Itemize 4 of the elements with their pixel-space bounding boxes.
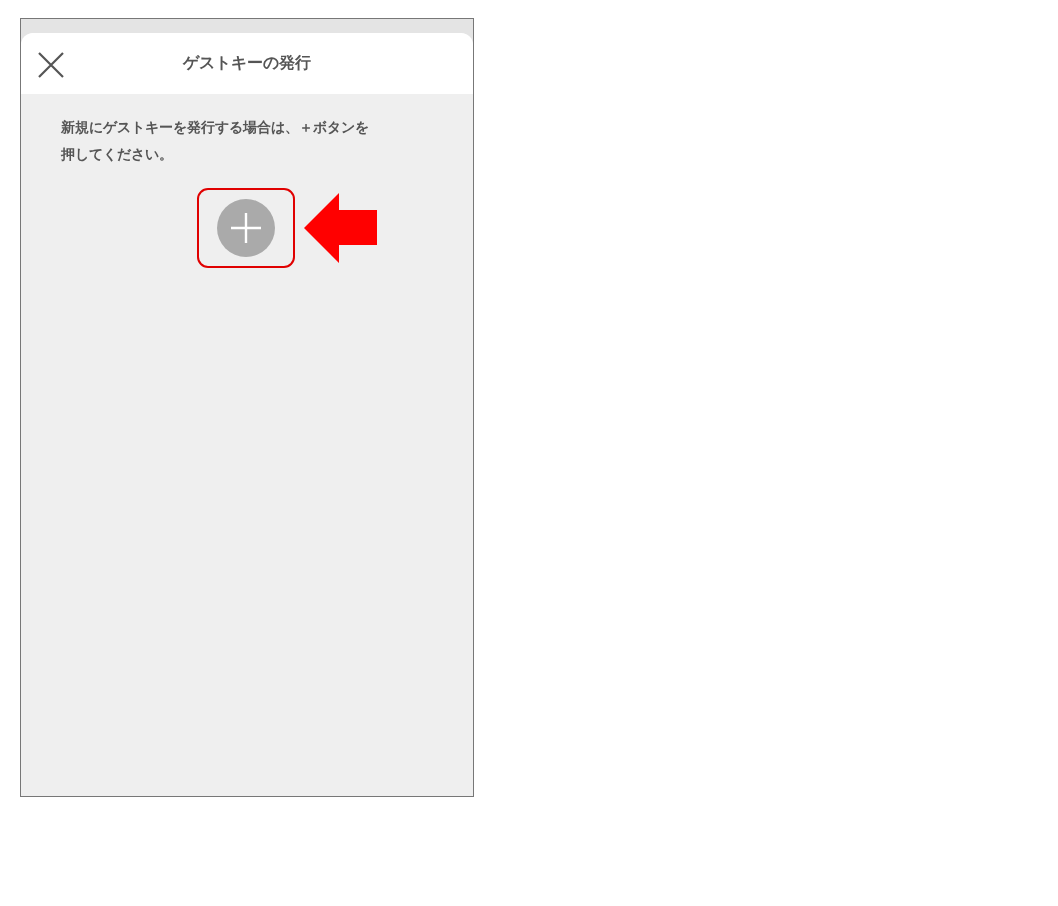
instruction-text: 新規にゲストキーを発行する場合は、＋ボタンを 押してください。 [61,118,370,164]
screen-title: ゲストキーの発行 [183,53,311,74]
close-icon[interactable] [37,51,65,79]
pointer-arrow-icon [304,193,378,263]
